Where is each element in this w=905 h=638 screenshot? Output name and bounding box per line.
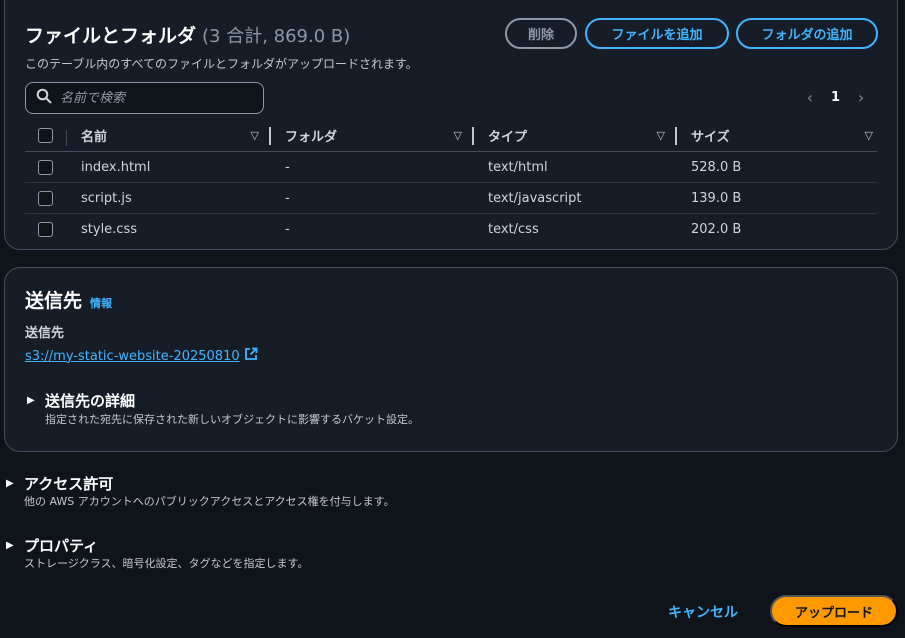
prev-page-icon[interactable]: ‹	[803, 88, 817, 107]
cell-size: 139.0 B	[691, 190, 742, 206]
row-select-cell	[25, 159, 67, 175]
destination-details-title[interactable]: 送信先の詳細	[45, 390, 135, 411]
cell-type: text/javascript	[488, 190, 582, 206]
sort-down-icon[interactable]: ▽	[251, 129, 259, 142]
cell-folder: -	[285, 159, 290, 175]
table-header: 名前 ▽ フォルダ ▽ タイプ ▽ サイズ ▽	[25, 120, 877, 152]
sort-down-icon[interactable]: ▽	[657, 129, 665, 142]
search-box[interactable]	[25, 82, 264, 114]
caret-right-icon: ▶	[6, 540, 14, 551]
destination-title-row: 送信先 情報	[25, 286, 112, 313]
select-all-cell	[25, 128, 67, 146]
next-page-icon[interactable]: ›	[854, 88, 868, 107]
files-panel: ファイルとフォルダ (3 合計, 869.0 B) このテーブル内のすべてのファ…	[4, 0, 898, 250]
add-folder-button[interactable]: フォルダの追加	[736, 18, 878, 49]
cell-type: text/html	[488, 159, 548, 175]
table-row[interactable]: script.js - text/javascript 139.0 B	[25, 183, 877, 214]
table-row[interactable]: index.html - text/html 528.0 B	[25, 152, 877, 183]
cancel-button[interactable]: キャンセル	[668, 602, 738, 622]
add-files-button[interactable]: ファイルを追加	[585, 18, 729, 49]
destination-url[interactable]: s3://my-static-website-20250810	[25, 349, 240, 364]
cell-name: index.html	[81, 159, 151, 175]
row-select-cell	[25, 190, 67, 206]
permissions-description: 他の AWS アカウントへのパブリックアクセスとアクセス権を付与します。	[24, 495, 395, 508]
destination-link[interactable]: s3://my-static-website-20250810	[25, 347, 258, 365]
permissions-expander[interactable]: ▶ アクセス許可	[6, 473, 113, 494]
sort-down-icon[interactable]: ▽	[454, 129, 462, 142]
destination-panel: 送信先 情報 送信先 s3://my-static-website-202508…	[4, 267, 898, 452]
cell-name: script.js	[81, 190, 132, 206]
row-checkbox[interactable]	[38, 159, 53, 175]
cell-name: style.css	[81, 222, 137, 237]
files-title: ファイルとフォルダ	[25, 25, 197, 47]
current-page[interactable]: 1	[831, 90, 840, 105]
row-checkbox[interactable]	[38, 190, 53, 206]
properties-title[interactable]: プロパティ	[24, 535, 98, 556]
column-header-label: タイプ	[488, 130, 528, 145]
properties-expander[interactable]: ▶ プロパティ	[6, 535, 98, 556]
files-count: (3 合計, 869.0 B)	[202, 26, 351, 47]
cell-size: 528.0 B	[691, 159, 742, 175]
external-link-icon[interactable]	[240, 347, 258, 365]
column-header-name[interactable]: 名前 ▽	[67, 120, 271, 151]
column-header-label: フォルダ	[285, 130, 338, 145]
column-header-label: 名前	[81, 130, 108, 145]
caret-right-icon: ▶	[6, 478, 14, 489]
table-row[interactable]: style.css - text/css 202.0 B	[25, 214, 877, 245]
info-link[interactable]: 情報	[90, 295, 112, 311]
row-select-cell	[25, 222, 67, 237]
search-icon	[36, 88, 52, 108]
delete-button[interactable]: 削除	[505, 18, 577, 49]
upload-button[interactable]: アップロード	[770, 595, 898, 627]
files-description: このテーブル内のすべてのファイルとフォルダがアップロードされます。	[25, 57, 418, 71]
cell-folder: -	[285, 222, 290, 237]
destination-details-description: 指定された宛先に保存された新しいオブジェクトに影響するバケット設定。	[45, 413, 419, 426]
search-input[interactable]	[60, 90, 250, 106]
destination-details-expander[interactable]: ▶ 送信先の詳細	[27, 390, 135, 411]
caret-right-icon: ▶	[27, 395, 35, 406]
column-header-label: サイズ	[691, 130, 730, 145]
destination-title: 送信先	[25, 290, 83, 312]
pagination: ‹ 1 ›	[803, 88, 868, 107]
permissions-title[interactable]: アクセス許可	[24, 473, 113, 494]
row-checkbox[interactable]	[38, 222, 53, 237]
properties-description: ストレージクラス、暗号化設定、タグなどを指定します。	[24, 557, 309, 570]
cell-size: 202.0 B	[691, 222, 742, 237]
column-header-type[interactable]: タイプ ▽	[474, 120, 677, 151]
cell-type: text/css	[488, 222, 539, 237]
sort-down-icon[interactable]: ▽	[865, 129, 873, 142]
destination-label: 送信先	[25, 326, 65, 341]
select-all-checkbox[interactable]	[38, 128, 53, 143]
column-header-folder[interactable]: フォルダ ▽	[271, 120, 474, 151]
files-table: 名前 ▽ フォルダ ▽ タイプ ▽ サイズ ▽ index.html - tex…	[25, 120, 877, 245]
files-title-row: ファイルとフォルダ (3 合計, 869.0 B)	[25, 21, 350, 48]
cell-folder: -	[285, 190, 290, 206]
column-header-size[interactable]: サイズ ▽	[677, 120, 877, 151]
